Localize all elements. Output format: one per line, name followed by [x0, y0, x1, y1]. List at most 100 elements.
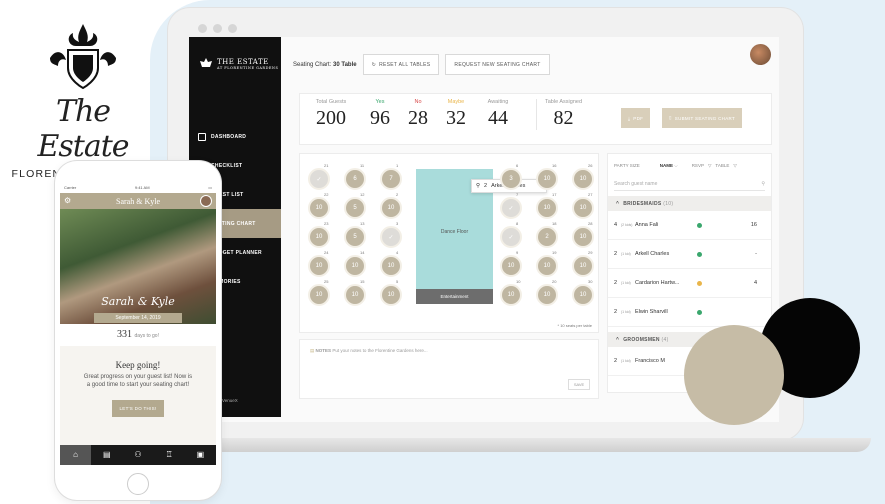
seating-table[interactable]: 10 — [308, 255, 330, 277]
table-number: 15 — [360, 279, 365, 284]
filter-icon[interactable]: ▽ — [733, 163, 736, 169]
guest-search-input[interactable]: Search guest name ⚲ — [614, 177, 765, 191]
table-number: 3 — [396, 221, 399, 226]
seating-table[interactable]: 10 — [572, 168, 594, 190]
seating-table[interactable]: 10 — [380, 284, 402, 306]
checklist-icon[interactable]: ▤ — [91, 445, 122, 465]
days-countdown: 331 days to go! — [60, 324, 216, 346]
seating-table[interactable]: 10 — [572, 197, 594, 219]
table-number: 27 — [588, 192, 593, 197]
stat-maybe: Maybe 32 — [446, 99, 466, 129]
seating-table[interactable]: 10 — [536, 255, 558, 277]
table-number: 23 — [324, 221, 329, 226]
seating-table[interactable]: 3 — [500, 168, 522, 190]
seat-icon[interactable]: ♖ — [154, 445, 185, 465]
seating-table[interactable]: ✓ — [380, 226, 402, 248]
home-button[interactable] — [127, 473, 149, 495]
table-number: 20 — [552, 279, 557, 284]
guests-icon[interactable]: ⚇ — [122, 445, 153, 465]
card-text: Great progress on your guest list! Now i… — [83, 374, 193, 388]
request-seating-chart-button[interactable]: REQUEST NEW SEATING CHART — [445, 54, 550, 75]
phone-mockup: Carrier 9:41 AM ▭ ⚙ Sarah & Kyle Sarah & K… — [55, 161, 221, 500]
save-notes-button[interactable]: SAVE — [568, 379, 590, 390]
guest-row[interactable]: 4 (2 kids) Anna Fali 16 — [608, 211, 771, 240]
seating-table[interactable]: 10 — [572, 255, 594, 277]
home-icon — [198, 132, 206, 141]
submit-icon: ▯ — [669, 115, 672, 120]
table-number: 29 — [588, 250, 593, 255]
submit-seating-chart-button[interactable]: ▯ SUBMIT SEATING CHART — [662, 108, 743, 128]
seating-table[interactable]: 10 — [308, 197, 330, 219]
status-bar: Carrier 9:41 AM ▭ — [60, 183, 216, 193]
table-assignment[interactable]: 16 — [751, 222, 757, 228]
seating-table[interactable]: 6 — [344, 168, 366, 190]
seating-table[interactable]: 10 — [380, 255, 402, 277]
battery-icon: ▭ — [208, 185, 212, 190]
reset-tables-button[interactable]: ↻ RESET ALL TABLES — [362, 54, 440, 75]
window-dots — [198, 24, 237, 33]
table-number: 24 — [324, 250, 329, 255]
phone-header: ⚙ Sarah & Kyle — [60, 193, 216, 209]
seating-table[interactable]: 10 — [572, 284, 594, 306]
col-table[interactable]: TABLE — [715, 163, 729, 169]
notes-panel[interactable]: ▤ NOTES Put your notes to the Florentine… — [299, 339, 599, 399]
budget-icon[interactable]: ▣ — [185, 445, 216, 465]
seating-table[interactable]: 10 — [536, 197, 558, 219]
col-party-size[interactable]: PARTY SIZE — [614, 163, 640, 169]
laptop-base — [155, 438, 871, 452]
seating-table[interactable]: 10 — [536, 168, 558, 190]
seating-table[interactable]: 5 — [344, 197, 366, 219]
table-number: 8 — [516, 221, 519, 226]
avatar[interactable] — [200, 195, 212, 207]
table-number: 4 — [396, 250, 399, 255]
fleur-de-lis-crest-icon — [46, 22, 120, 94]
guest-row[interactable]: 2 (1 kid) Elwin Sharvill — [608, 298, 771, 327]
group-bridesmaids[interactable]: ^ BRIDESMAIDS (10) — [608, 196, 771, 211]
seating-table[interactable]: 10 — [536, 284, 558, 306]
seating-table[interactable]: ✓ — [500, 197, 522, 219]
guest-name: Anna Fali — [635, 222, 659, 228]
table-assignment[interactable]: 4 — [754, 280, 757, 286]
filter-icon[interactable]: ▽ — [708, 163, 711, 169]
seating-table[interactable]: 7 — [380, 168, 402, 190]
seating-table[interactable]: 10 — [500, 255, 522, 277]
search-icon: ⚲ — [761, 180, 765, 187]
guest-row[interactable]: 2 (1 kid) Cardarion Hartw... 4 — [608, 269, 771, 298]
col-name[interactable]: NAME — [660, 163, 673, 168]
seating-table[interactable]: ✓ — [308, 168, 330, 190]
seating-table[interactable]: 10 — [308, 226, 330, 248]
guest-row[interactable]: 2 (1 kid) Arkell Charles - — [608, 240, 771, 269]
table-assignment[interactable]: - — [755, 251, 757, 257]
seating-table[interactable]: 10 — [572, 226, 594, 248]
guest-name: Arkell Charles — [635, 251, 670, 257]
col-rsvp[interactable]: RSVP — [692, 163, 704, 169]
seating-table[interactable]: 10 — [344, 284, 366, 306]
table-number: 30 — [588, 279, 593, 284]
seating-table[interactable]: 2 — [536, 226, 558, 248]
seats-note: * 10 seats per table — [557, 323, 592, 328]
table-number: 12 — [360, 192, 365, 197]
couple-names: Sarah & Kyle — [101, 295, 175, 308]
seating-table[interactable]: 5 — [344, 226, 366, 248]
seating-table[interactable]: ✓ — [500, 226, 522, 248]
pdf-button[interactable]: ⤓ PDF — [621, 108, 651, 128]
table-number: 26 — [588, 163, 593, 168]
party-size: 2 — [614, 251, 618, 257]
user-avatar[interactable] — [750, 44, 771, 65]
seating-table[interactable]: 10 — [380, 197, 402, 219]
home-icon[interactable]: ⌂ — [60, 445, 92, 465]
table-number: 7 — [516, 192, 519, 197]
seating-chart-area: Dance Floor Entertainment ⚲2Arkell Charl… — [299, 153, 599, 333]
seating-table[interactable]: 10 — [344, 255, 366, 277]
decorative-circle-gold — [684, 325, 784, 425]
lets-do-this-button[interactable]: LET'S DO THIS! — [112, 399, 164, 417]
gear-icon[interactable]: ⚙ — [64, 196, 71, 205]
kids-count: (1 kid) — [621, 252, 631, 256]
table-number: 9 — [516, 250, 519, 255]
table-number: 13 — [360, 221, 365, 226]
seating-table[interactable]: 10 — [308, 284, 330, 306]
seating-table[interactable]: 10 — [500, 284, 522, 306]
nav-item-dashboard[interactable]: DASHBOARD — [189, 122, 281, 151]
chevron-up-icon: ^ — [616, 200, 620, 207]
kids-count: (1 kid) — [621, 310, 631, 314]
